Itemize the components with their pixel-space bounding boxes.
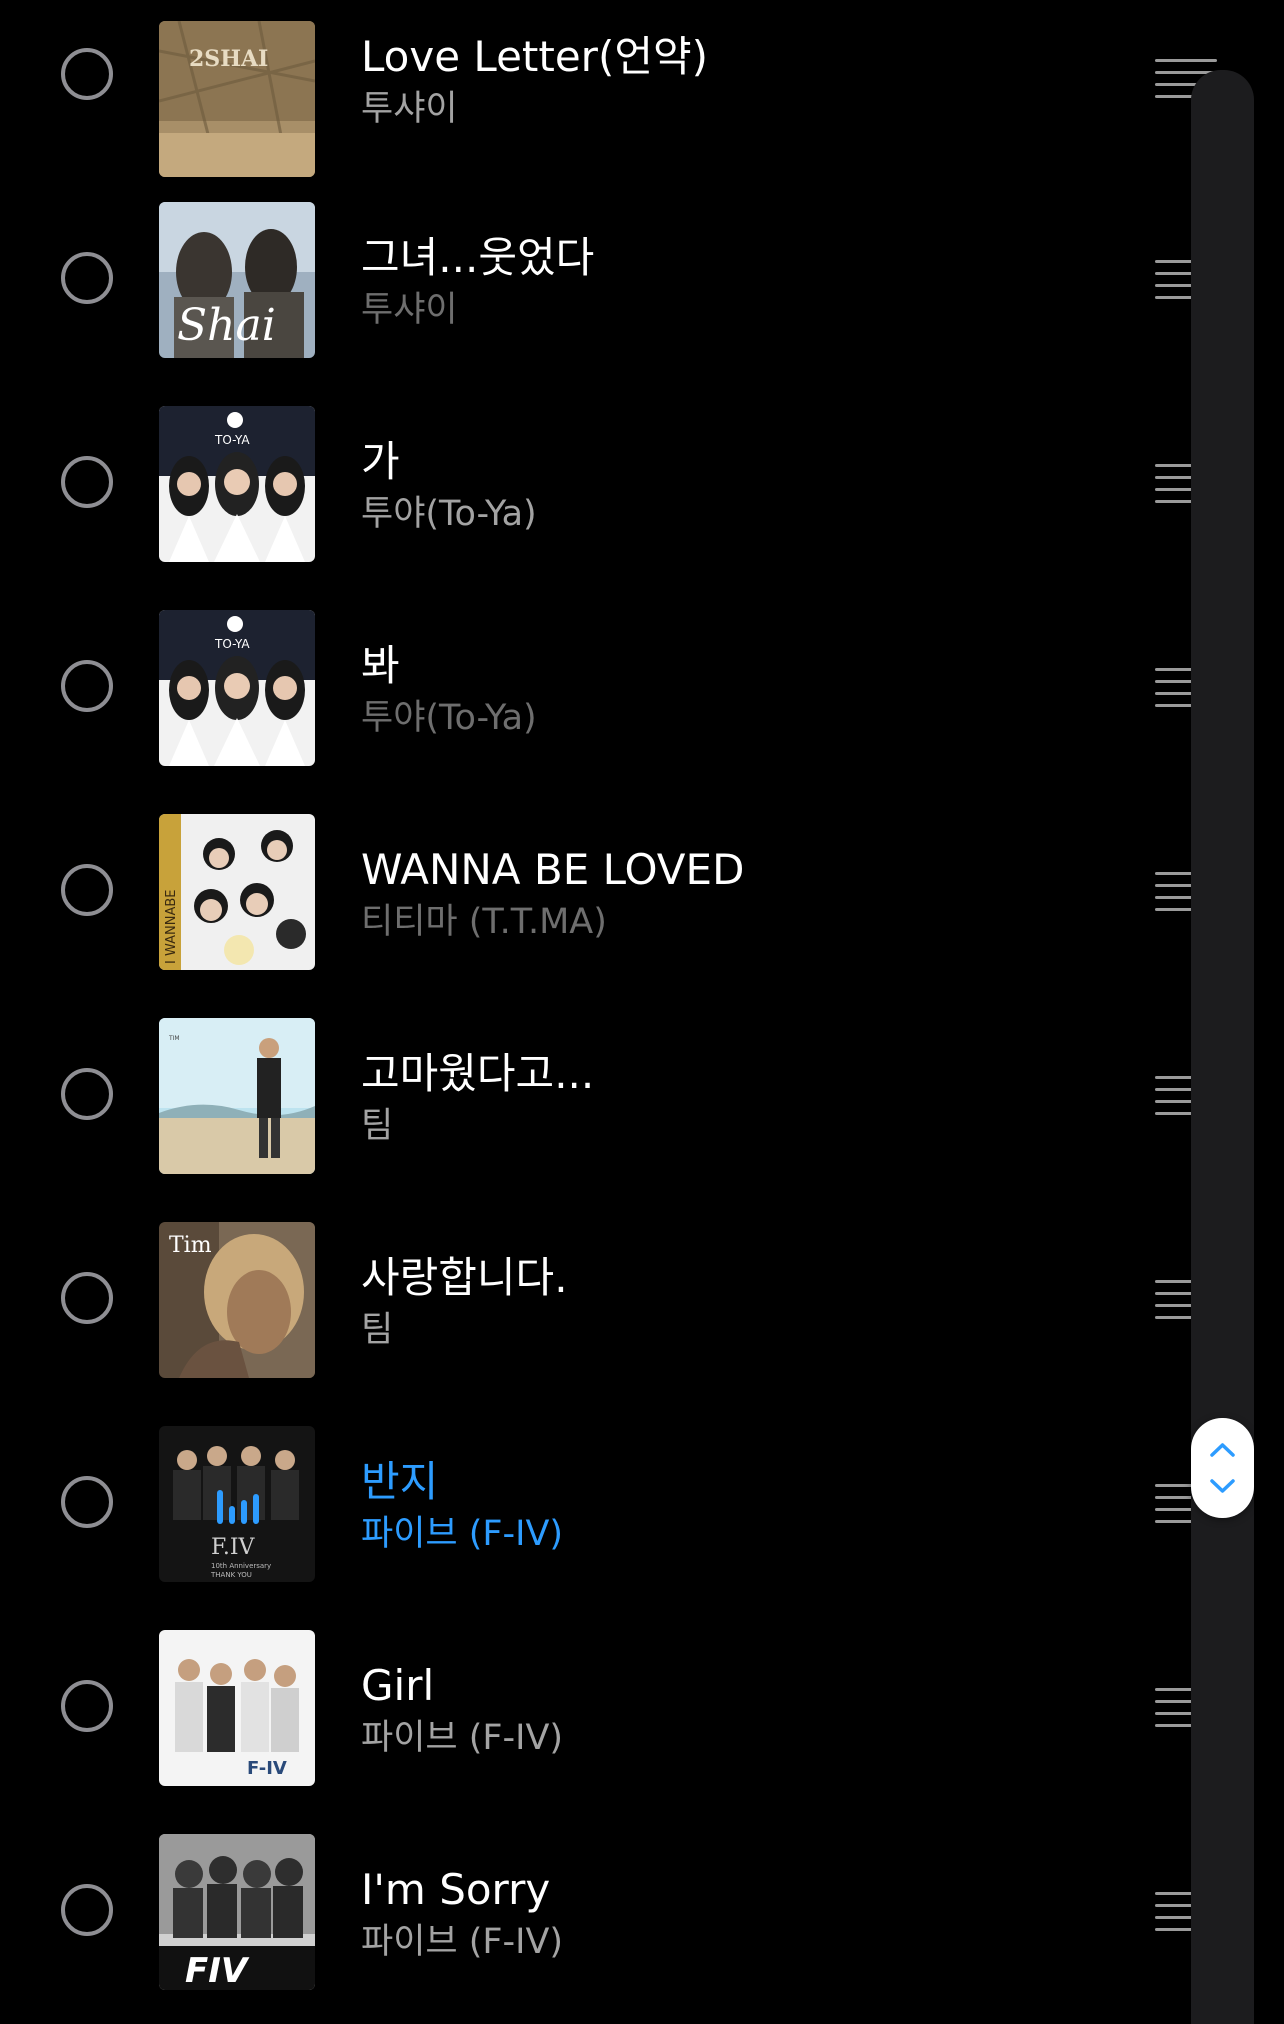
track-row[interactable]: F-IV Girl 파이브 (F-IV) <box>0 1605 1284 1809</box>
album-art: 2SHAI <box>159 21 315 177</box>
track-artist: 투샤이 <box>361 290 458 330</box>
album-art-image: I WANNABE <box>159 814 315 970</box>
track-artist: 투야(To-Ya) <box>361 698 537 738</box>
album-caption-text: THANK YOU <box>210 1571 252 1579</box>
album-art: F.IV 10th Anniversary THANK YOU <box>159 1426 315 1582</box>
select-circle-icon[interactable] <box>61 864 113 916</box>
album-logo-text: TO-YA <box>214 433 250 447</box>
select-circle-icon[interactable] <box>61 456 113 508</box>
select-circle-icon[interactable] <box>61 1272 113 1324</box>
track-title: 고마웠다고... <box>361 1049 595 1098</box>
album-art: FIV <box>159 1834 315 1990</box>
album-art: I WANNABE <box>159 814 315 970</box>
album-art-image: 2SHAI <box>159 21 315 177</box>
album-caption-text: 10th Anniversary <box>211 1562 271 1570</box>
scrollbar-track[interactable] <box>1191 70 1254 2024</box>
album-logo-text: I WANNABE <box>164 890 179 964</box>
track-title: WANNA BE LOVED <box>361 845 745 894</box>
album-logo-text: 2SHAI <box>189 46 268 72</box>
track-artist: 파이브 (F-IV) <box>361 1718 564 1758</box>
track-row[interactable]: TO-YA 가 투야(To-Ya) <box>0 381 1284 585</box>
album-art: F-IV <box>159 1630 315 1786</box>
album-art-image: F-IV <box>159 1630 315 1786</box>
album-logo-text: FIV <box>185 1951 250 1990</box>
track-title: 사랑합니다. <box>361 1253 568 1302</box>
track-title: 그녀...웃었다 <box>361 233 595 282</box>
track-artist: 팀 <box>361 1310 394 1350</box>
track-artist: 팀 <box>361 1106 394 1146</box>
album-art: TO-YA <box>159 406 315 562</box>
album-art-image: TO-YA <box>159 610 315 766</box>
track-row[interactable]: Tim 사랑합니다. 팀 <box>0 1197 1284 1401</box>
chevron-up-icon[interactable] <box>1209 1442 1236 1458</box>
track-title: Girl <box>361 1661 435 1710</box>
select-circle-icon[interactable] <box>61 1884 113 1936</box>
album-logo-text: Shai <box>177 300 276 351</box>
track-artist: 투야(To-Ya) <box>361 494 537 534</box>
track-artist: 티티마 (T.T.MA) <box>361 902 607 942</box>
track-title: 반지 <box>361 1457 439 1506</box>
album-logo-text: F-IV <box>247 1758 287 1779</box>
track-artist: 파이브 (F-IV) <box>361 1922 564 1962</box>
svg-text:TIM: TIM <box>168 1035 180 1042</box>
select-circle-icon[interactable] <box>61 48 113 100</box>
album-art: TIM <box>159 1018 315 1174</box>
track-row[interactable]: I WANNABE WANNA BE LOVED 티티마 (T.T.MA) <box>0 789 1284 993</box>
select-circle-icon[interactable] <box>61 252 113 304</box>
select-circle-icon[interactable] <box>61 1680 113 1732</box>
select-circle-icon[interactable] <box>61 1068 113 1120</box>
album-art-image: F.IV 10th Anniversary THANK YOU <box>159 1426 315 1582</box>
album-art-image: FIV <box>159 1834 315 1990</box>
track-row[interactable]: TO-YA 봐 투야(To-Ya) <box>0 585 1284 789</box>
album-logo-text: Tim <box>169 1233 212 1258</box>
select-circle-icon[interactable] <box>61 1476 113 1528</box>
track-row[interactable]: 2SHAI Love Letter(언약) 투샤이 <box>0 0 1284 177</box>
scrollbar-thumb[interactable] <box>1191 1418 1254 1518</box>
track-title: Love Letter(언약) <box>361 32 708 81</box>
select-circle-icon[interactable] <box>61 660 113 712</box>
track-title: I'm Sorry <box>361 1865 551 1914</box>
album-logo-text: F.IV <box>211 1535 256 1560</box>
album-art-image: TIM <box>159 1018 315 1174</box>
track-row-now-playing[interactable]: F.IV 10th Anniversary THANK YOU 반지 파이브 (… <box>0 1401 1284 1605</box>
album-art-image: Shai <box>159 202 315 358</box>
track-artist: 파이브 (F-IV) <box>361 1514 564 1554</box>
album-art: TO-YA <box>159 610 315 766</box>
track-artist: 투샤이 <box>361 89 458 129</box>
track-title: 가 <box>361 437 400 486</box>
track-row[interactable]: FIV I'm Sorry 파이브 (F-IV) <box>0 1809 1284 2013</box>
track-row[interactable]: Shai 그녀...웃었다 투샤이 <box>0 177 1284 381</box>
track-list: 2SHAI Love Letter(언약) 투샤이 Shai 그녀...웃었다 … <box>0 0 1284 2024</box>
album-logo-text: TO-YA <box>214 637 250 651</box>
album-art-image: TO-YA <box>159 406 315 562</box>
track-row[interactable]: TIM 고마웠다고... 팀 <box>0 993 1284 1197</box>
album-art: Tim <box>159 1222 315 1378</box>
track-title: 봐 <box>361 641 400 690</box>
chevron-down-icon[interactable] <box>1209 1478 1236 1494</box>
album-art-image: Tim <box>159 1222 315 1378</box>
album-art: Shai <box>159 202 315 358</box>
